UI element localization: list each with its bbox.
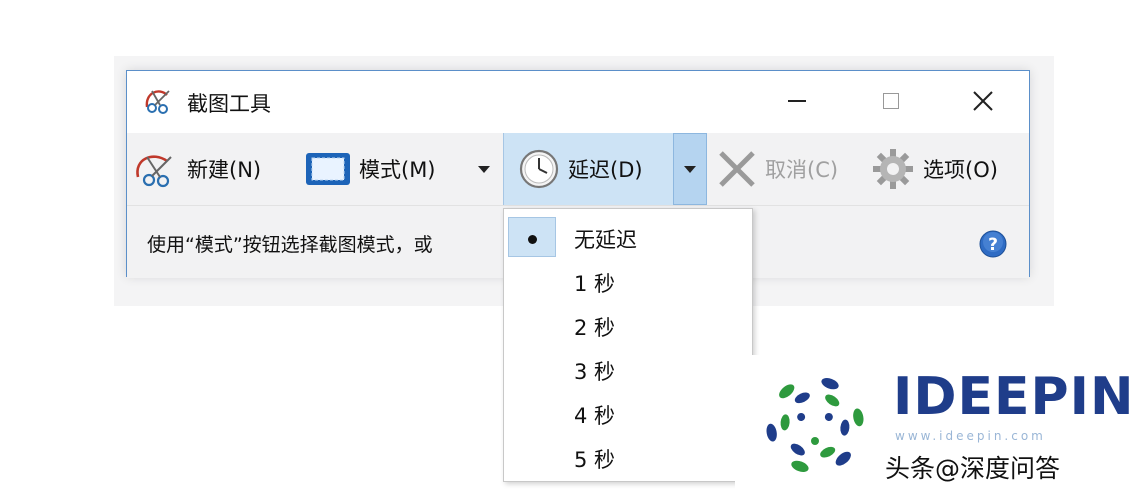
watermark: IDEEPIN www.ideepin.com 头条@深度问答 (735, 355, 1134, 494)
close-button[interactable] (953, 79, 1013, 123)
help-icon[interactable]: ? (979, 230, 1007, 258)
menu-item-3s[interactable]: 3 秒 (506, 347, 750, 389)
minimize-icon (788, 100, 806, 102)
delay-dropdown-arrow[interactable] (673, 133, 707, 205)
snipping-tool-icon (145, 90, 170, 114)
title-bar: 截图工具 (127, 71, 1029, 133)
mode-dropdown-arrow[interactable] (467, 133, 501, 205)
help-glyph: ? (988, 235, 998, 255)
menu-item-label: 4 秒 (574, 404, 616, 428)
cancel-button-label: 取消(C) (765, 158, 839, 182)
ideepin-logo-icon (766, 378, 864, 472)
delay-dropdown-menu: 无延迟 1 秒 2 秒 3 秒 4 秒 5 秒 (503, 208, 753, 482)
menu-item-4s[interactable]: 4 秒 (506, 391, 750, 433)
maximize-button[interactable] (861, 79, 921, 123)
close-icon (973, 91, 993, 111)
mode-button-label: 模式(M) (359, 158, 436, 182)
menu-item-label: 3 秒 (574, 360, 616, 384)
delay-button-label: 延迟(D) (568, 158, 643, 182)
options-button[interactable]: 选项(O) (871, 133, 998, 205)
rectangle-mode-icon (306, 153, 350, 185)
minimize-button[interactable] (767, 79, 827, 123)
status-text: 使用“模式”按钮选择截图模式，或 (147, 234, 433, 256)
menu-item-label: 5 秒 (574, 448, 616, 472)
window-title: 截图工具 (187, 92, 271, 116)
menu-item-label: 无延迟 (574, 228, 637, 252)
watermark-url: www.ideepin.com (895, 429, 1046, 443)
chevron-down-icon (478, 165, 490, 173)
toolbar: 新建(N) 模式(M) 延迟(D) 取消(C) 选项(O) (127, 133, 1029, 205)
menu-item-2s[interactable]: 2 秒 (506, 303, 750, 345)
new-button-label: 新建(N) (187, 158, 262, 182)
maximize-icon (883, 93, 899, 109)
menu-item-5s[interactable]: 5 秒 (506, 435, 750, 477)
menu-item-label: 1 秒 (574, 272, 616, 296)
menu-item-label: 2 秒 (574, 316, 616, 340)
menu-item-1s[interactable]: 1 秒 (506, 259, 750, 301)
new-button[interactable]: 新建(N) (133, 133, 261, 205)
mode-button[interactable]: 模式(M) (305, 133, 436, 205)
x-cancel-icon (719, 151, 755, 187)
chevron-down-icon (684, 165, 696, 173)
gear-icon (873, 149, 913, 189)
snipping-scissors-icon (136, 155, 172, 188)
cancel-button[interactable]: 取消(C) (717, 133, 838, 205)
watermark-handle: 头条@深度问答 (885, 454, 1061, 483)
watermark-brand: IDEEPIN (893, 367, 1134, 427)
radio-dot-icon (528, 235, 537, 244)
delay-button[interactable]: 延迟(D) (503, 133, 683, 205)
clock-icon (519, 149, 559, 189)
menu-item-no-delay[interactable]: 无延迟 (506, 215, 750, 257)
options-button-label: 选项(O) (923, 158, 998, 182)
